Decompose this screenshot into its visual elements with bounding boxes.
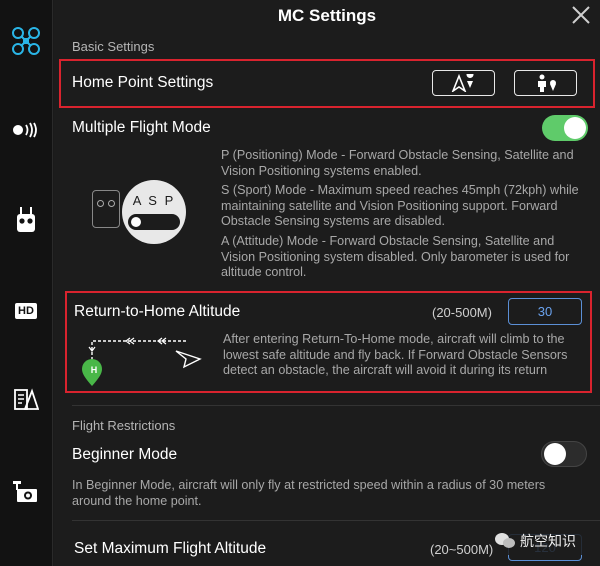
home-point-marker: H [90, 365, 98, 375]
remote-controller-icon[interactable] [7, 203, 45, 237]
gimbal-camera-icon[interactable] [7, 474, 45, 508]
multiple-flight-mode-toggle[interactable] [542, 115, 588, 141]
page-title: MC Settings [277, 6, 377, 25]
beginner-mode-label: Beginner Mode [72, 446, 178, 463]
signal-icon[interactable] [7, 113, 45, 147]
controller-illustration [92, 190, 120, 228]
aircraft-location-icon [451, 74, 473, 92]
operator-location-icon [537, 74, 556, 92]
sidebar: HD [0, 0, 53, 566]
rth-description: After entering Return-To-Home mode, airc… [223, 332, 568, 377]
watermark-text: 航空知识 [520, 533, 576, 549]
mode-switch-illustration: A S P [122, 180, 186, 244]
camera-settings-icon[interactable] [7, 383, 45, 417]
mode-letters: A S P [132, 193, 176, 208]
multiple-flight-mode-label: Multiple Flight Mode [72, 119, 211, 136]
a-mode-description: A (Attitude) Mode - Forward Obstacle Sen… [221, 234, 570, 279]
hd-video-icon[interactable]: HD [7, 294, 45, 328]
flight-restrictions-heading: Flight Restrictions [72, 418, 176, 433]
rth-altitude-input[interactable]: 30 [508, 298, 582, 325]
home-point-aircraft-button[interactable] [432, 70, 495, 96]
home-point-label: Home Point Settings [72, 74, 214, 91]
rth-range: (20-500M) [432, 305, 492, 320]
close-icon[interactable] [570, 4, 592, 26]
beginner-mode-description: In Beginner Mode, aircraft will only fly… [72, 478, 546, 508]
watermark: 航空知识 [494, 527, 598, 555]
divider [72, 405, 600, 406]
max-altitude-range: (20~500M) [430, 542, 494, 557]
p-mode-description: P (Positioning) Mode - Forward Obstacle … [221, 148, 574, 178]
beginner-mode-toggle[interactable] [541, 441, 587, 467]
aircraft-icon[interactable] [7, 24, 45, 58]
max-altitude-label: Set Maximum Flight Altitude [74, 540, 267, 557]
hd-label: HD [15, 303, 37, 319]
s-mode-description: S (Sport) Mode - Maximum speed reaches 4… [221, 183, 579, 228]
rth-path-illustration [82, 337, 202, 386]
basic-settings-heading: Basic Settings [72, 39, 155, 54]
mc-settings-panel: MC Settings Basic Settings Home Point Se… [54, 0, 600, 566]
wechat-icon [495, 533, 515, 548]
rth-altitude-label: Return-to-Home Altitude [74, 303, 241, 320]
divider [72, 520, 600, 521]
home-point-operator-button[interactable] [514, 70, 577, 96]
